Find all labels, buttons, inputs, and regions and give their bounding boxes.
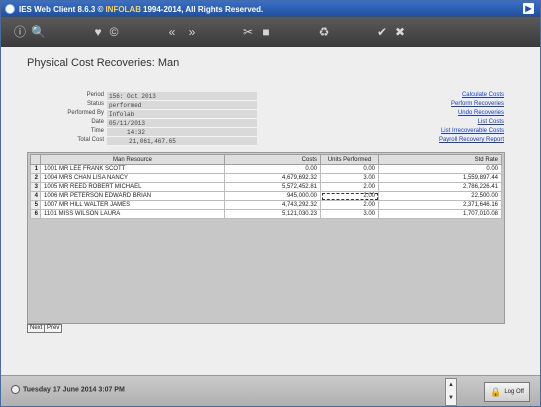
cost-grid: Man Resource Costs Units Performed Std R…: [27, 152, 505, 324]
forward-icon[interactable]: »: [185, 25, 199, 39]
scroll-down-icon[interactable]: ▼: [446, 392, 456, 405]
rate-cell: 1,707,010.08: [378, 209, 502, 219]
status-label: Status: [86, 101, 104, 107]
recycle-icon[interactable]: ♻: [317, 25, 331, 39]
costs-cell: 0.00: [224, 164, 321, 174]
prev-button[interactable]: Prev: [44, 324, 63, 333]
list-costs-link[interactable]: List Costs: [478, 119, 504, 125]
units-header[interactable]: Units Performed: [320, 154, 379, 165]
tools-icon[interactable]: ✂: [241, 25, 255, 39]
scroll-up-icon[interactable]: ▲: [446, 379, 456, 392]
table-row[interactable]: 5 1007 MR HILL WALTER JAMES 4,743,292.32…: [30, 200, 502, 210]
accept-icon[interactable]: ✔: [375, 25, 389, 39]
total-cost-value: 21,061,467.65: [107, 137, 257, 146]
resource-cell: 1006 MR PETERSON EDWARD BRIAN: [40, 191, 225, 201]
resource-cell: 1007 MR HILL WALTER JAMES: [40, 200, 225, 210]
rate-cell: 1,559,897.44: [378, 173, 502, 183]
title-copyright: 1994-2014, All Rights Reserved.: [143, 4, 264, 14]
resource-cell: 1004 MRS CHAN LISA NANCY: [40, 173, 225, 183]
row-number: 4: [30, 191, 41, 201]
row-number: 2: [30, 173, 41, 183]
table-row[interactable]: 4 1006 MR PETERSON EDWARD BRIAN 945,000.…: [30, 191, 502, 201]
units-cell[interactable]: 3.00: [320, 173, 379, 183]
resource-cell: 1001 MR LEE FRANK SCOTT: [40, 164, 225, 174]
toolbar: ⓘ 🔍 ♥ © « » ✂ ■ ♻ ✔ ✖: [1, 17, 540, 47]
costs-cell: 5,572,452.81: [224, 182, 321, 192]
status-bar: Tuesday 17 June 2014 3:07 PM ▲ ▼ 🔒 Log O…: [1, 375, 540, 406]
cost-table: Man Resource Costs Units Performed Std R…: [30, 154, 502, 219]
status-scrollbar[interactable]: ▲ ▼: [445, 378, 457, 406]
costs-cell: 4,743,292.32: [224, 200, 321, 210]
logoff-button[interactable]: 🔒 Log Off: [484, 382, 530, 402]
title-brand: INFOLAB: [105, 4, 141, 14]
costs-cell: 945,000.00: [224, 191, 321, 201]
cancel-icon[interactable]: ✖: [393, 25, 407, 39]
table-header-row: Man Resource Costs Units Performed Std R…: [30, 154, 502, 165]
rate-header[interactable]: Std Rate: [378, 154, 502, 165]
row-number: 6: [30, 209, 41, 219]
time-label: Time: [90, 128, 104, 134]
table-row[interactable]: 2 1004 MRS CHAN LISA NANCY 4,679,692.32 …: [30, 173, 502, 183]
stop-icon[interactable]: ■: [259, 25, 273, 39]
heart-icon[interactable]: ♥: [91, 25, 105, 39]
list-irrecoverable-costs-link[interactable]: List Irrecoverable Costs: [441, 128, 504, 134]
table-row[interactable]: 6 1101 MISS WILSON LAURA 5,121,030.23 3.…: [30, 209, 502, 219]
table-row[interactable]: 1 1001 MR LEE FRANK SCOTT 0.00 0.00 0.00: [30, 164, 502, 174]
rate-cell: 22,500.00: [378, 191, 502, 201]
resource-header[interactable]: Man Resource: [40, 154, 225, 165]
payroll-recovery-report-link[interactable]: Payroll Recovery Report: [439, 137, 504, 143]
units-cell[interactable]: 2.00: [320, 200, 379, 210]
period-label: Period: [86, 92, 104, 98]
table-row[interactable]: 3 1005 MR REED ROBERT MICHAEL 5,572,452.…: [30, 182, 502, 192]
period-value: 156: Oct 2013: [107, 92, 257, 101]
title-bar: IES Web Client 8.6.3 © INFOLAB 1994-2014…: [1, 1, 540, 17]
resource-cell: 1101 MISS WILSON LAURA: [40, 209, 225, 219]
total-cost-label: Total Cost: [77, 137, 104, 143]
title-text: IES Web Client 8.6.3 ©: [19, 4, 104, 14]
search-icon[interactable]: 🔍: [31, 25, 46, 39]
units-cell[interactable]: 0.00: [320, 164, 379, 174]
page-title: Physical Cost Recoveries: Man: [27, 57, 180, 69]
time-value: 14:32: [107, 128, 257, 137]
rate-cell: 0.00: [378, 164, 502, 174]
logoff-label: Log Off: [504, 389, 524, 395]
lock-icon: 🔒: [490, 386, 502, 397]
units-cell-selected[interactable]: 2.00: [320, 191, 379, 201]
units-cell[interactable]: 2.00: [320, 182, 379, 192]
row-number: 1: [30, 164, 41, 174]
status-value: performed: [107, 101, 257, 110]
copy-icon[interactable]: ©: [107, 25, 121, 39]
units-cell[interactable]: 3.00: [320, 209, 379, 219]
info-icon[interactable]: ⓘ: [13, 25, 27, 39]
datetime-display: Tuesday 17 June 2014 3:07 PM: [11, 385, 125, 394]
resource-cell: 1005 MR REED ROBERT MICHAEL: [40, 182, 225, 192]
calculate-costs-link[interactable]: Calculate Costs: [462, 92, 504, 98]
app-window: IES Web Client 8.6.3 © INFOLAB 1994-2014…: [0, 0, 541, 407]
clock-icon: [11, 385, 20, 394]
datetime-text: Tuesday 17 June 2014 3:07 PM: [23, 386, 125, 394]
back-icon[interactable]: «: [165, 25, 179, 39]
corner-arrow-icon[interactable]: ▶: [523, 3, 534, 14]
performed-by-label: Performed By: [67, 110, 104, 116]
perform-recoveries-link[interactable]: Perform Recoveries: [451, 101, 504, 107]
rate-cell: 2,371,646.16: [378, 200, 502, 210]
rate-cell: 2,786,226.41: [378, 182, 502, 192]
costs-cell: 5,121,030.23: [224, 209, 321, 219]
next-button[interactable]: Next: [27, 324, 46, 333]
row-number: 3: [30, 182, 41, 192]
row-number: 5: [30, 200, 41, 210]
main-content: Physical Cost Recoveries: Man Period 156…: [1, 47, 540, 375]
costs-header[interactable]: Costs: [224, 154, 321, 165]
undo-recoveries-link[interactable]: Undo Recoveries: [458, 110, 504, 116]
performed-by-value: Infolab: [107, 110, 257, 119]
date-value: 05/11/2013: [107, 119, 257, 128]
costs-cell: 4,679,692.32: [224, 173, 321, 183]
app-icon: [5, 4, 15, 14]
date-label: Date: [91, 119, 104, 125]
rownum-header: [30, 154, 41, 165]
